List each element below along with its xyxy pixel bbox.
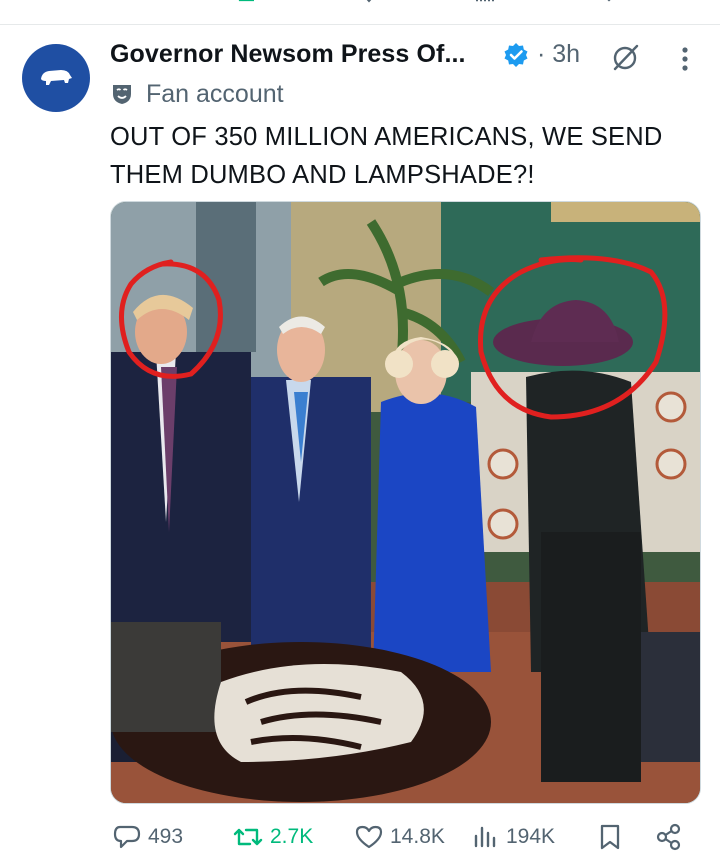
author-name[interactable]: Governor Newsom Press Of... [110,40,466,69]
reply-icon [113,825,141,849]
reply-button[interactable]: 493 [112,822,183,852]
tweet-divider [0,24,720,25]
grok-icon[interactable] [610,42,640,72]
views-button[interactable]: 194K [472,822,555,852]
avatar[interactable] [22,44,90,112]
previous-tweet-action-bar [0,0,720,24]
avatar-bear-logo-icon [41,70,72,85]
tweet-photo[interactable] [110,201,701,804]
more-options-icon[interactable] [678,46,692,72]
fan-account-mask-icon [113,85,131,104]
fan-account-text: Fan account [146,79,284,108]
repost-button[interactable]: 2.7K [232,822,313,852]
fan-account-label: Fan account [110,78,284,110]
repost-icon[interactable] [236,0,258,6]
like-icon[interactable] [358,0,380,6]
repost-icon [233,828,263,846]
photo-illustration [111,202,700,803]
tweet-text: OUT OF 350 MILLION AMERICANS, WE SEND TH… [110,123,663,189]
bookmark-icon [600,824,620,850]
repost-count: 2.7K [270,825,314,848]
share-icon [656,823,681,851]
views-icon [474,826,496,848]
like-icon [355,825,383,849]
like-button[interactable]: 14.8K [354,822,445,852]
views-count: 194K [506,825,556,848]
tweet-action-bar: 493 2.7K 14.8K 194K [0,812,720,862]
tweet-header: Governor Newsom Press Of... · 3h [110,38,710,72]
tweet-timestamp[interactable]: · 3h [537,40,580,69]
verified-badge-icon [504,43,528,67]
share-icon[interactable] [662,0,684,6]
like-count: 14.8K [390,825,445,848]
views-icon[interactable] [474,0,496,6]
share-button[interactable] [654,822,690,852]
bookmark-button[interactable] [596,822,630,852]
reply-icon[interactable] [112,0,134,6]
reply-count: 493 [148,825,184,848]
bookmark-icon[interactable] [598,0,620,6]
